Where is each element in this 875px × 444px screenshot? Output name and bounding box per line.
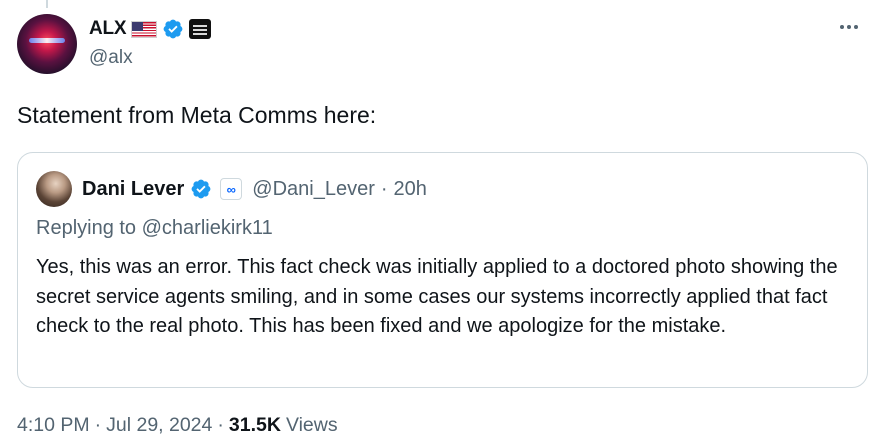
author-name-row: ALX	[89, 16, 212, 42]
quoted-tweet-header: Dani Lever ∞ @Dani_Lever · 20h	[36, 171, 427, 207]
verified-badge-icon[interactable]	[190, 178, 212, 200]
views-count: 31.5K	[228, 414, 281, 436]
quoted-tweet-body: Yes, this was an error. This fact check …	[36, 256, 838, 337]
thread-connector-line	[46, 0, 48, 8]
replying-to-mention[interactable]: @charliekirk11	[142, 217, 273, 239]
affiliate-badge-icon[interactable]	[189, 19, 212, 39]
quoted-author-handle[interactable]: @Dani_Lever	[252, 178, 375, 201]
separator-dot: ·	[94, 414, 102, 436]
quoted-tweet-time[interactable]: 20h	[394, 178, 427, 201]
author-handle[interactable]: @alx	[89, 47, 133, 69]
quoted-tweet-card[interactable]: Dani Lever ∞ @Dani_Lever · 20h Replying …	[17, 152, 868, 388]
tweet-text: Statement from Meta Comms here:	[17, 102, 377, 128]
quoted-author-avatar[interactable]	[36, 171, 72, 207]
more-dot-icon	[840, 25, 844, 29]
separator-dot: ·	[380, 177, 388, 200]
separator-dot: ·	[217, 414, 224, 436]
meta-affiliate-icon[interactable]: ∞	[220, 178, 243, 200]
avatar-glow-decoration	[29, 38, 65, 43]
replying-to-line: Replying to @charliekirk11	[36, 217, 273, 240]
more-options-button[interactable]	[836, 14, 862, 40]
more-dot-icon	[847, 25, 851, 29]
us-flag-icon	[131, 20, 158, 38]
more-dot-icon	[854, 25, 858, 29]
quoted-author-name[interactable]: Dani Lever	[82, 178, 184, 201]
verified-badge-icon[interactable]	[162, 18, 184, 40]
author-display-name[interactable]: ALX	[89, 18, 127, 40]
author-avatar[interactable]	[17, 14, 77, 74]
replying-to-label: Replying to	[36, 217, 137, 239]
tweet-date[interactable]: Jul 29, 2024	[106, 414, 212, 437]
tweet-time[interactable]: 4:10 PM	[17, 414, 90, 437]
views-label: Views	[285, 414, 338, 436]
tweet-metadata-row: 4:10 PM · Jul 29, 2024 · 31.5K Views	[17, 414, 338, 437]
